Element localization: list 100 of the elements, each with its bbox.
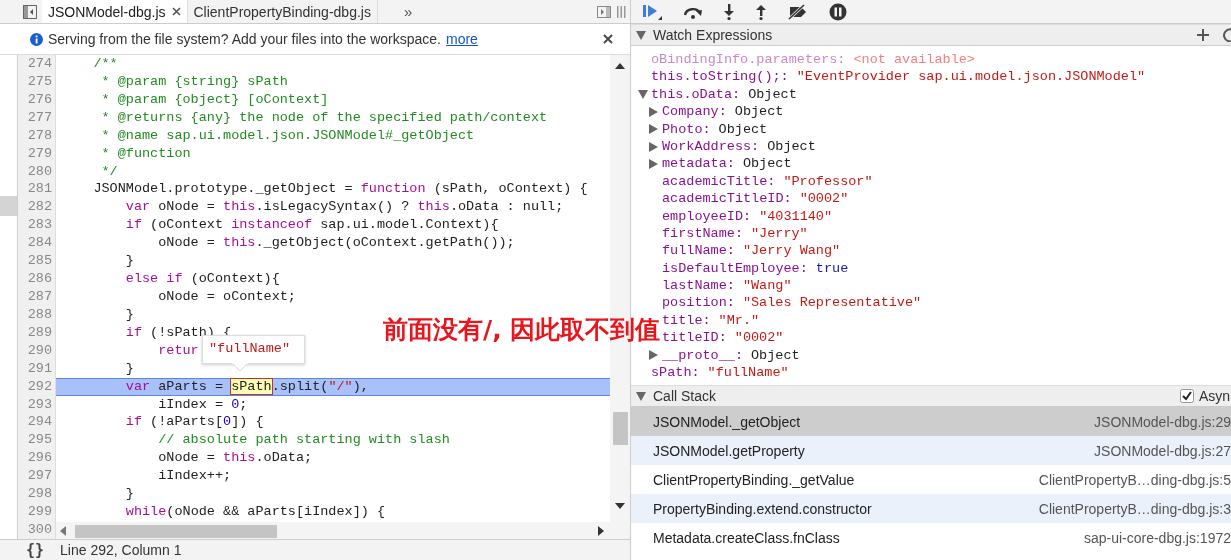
scroll-left-icon[interactable] [60,526,66,536]
collapsed-triangle-icon[interactable] [649,106,658,117]
property-name: this.oData: [651,85,741,104]
line-number: 290 [26,341,53,360]
source-location[interactable]: JSONModel-dbg.js:27 [1094,442,1231,459]
more-tabs-button[interactable]: » [399,0,417,23]
file-tab[interactable]: JSONModel-dbg.js [42,0,188,23]
line-number: 279 [26,144,53,163]
info-icon [30,32,43,46]
pretty-print-button[interactable]: {} [24,541,47,559]
line-number: 286 [26,270,53,288]
function-name: JSONModel._getObject [653,413,801,430]
step-out-icon[interactable] [755,3,767,20]
property-value: "Jerry Wang" [742,242,841,260]
collapsed-triangle-icon[interactable] [649,350,658,361]
property-name: position: [662,294,735,312]
property-name: oBindingInfo.parameters: [651,51,846,69]
property-name: lastName: [662,277,735,295]
section-header[interactable]: Watch Expressions [631,24,1231,46]
property-name: titleID: [662,329,727,347]
collapse-triangle-icon[interactable] [636,30,646,40]
line-number: 299 [26,503,53,521]
section-title: Call Stack [653,388,717,404]
code-line: // absolute path starting with slash [157,431,450,450]
property-name: WorkAddress: [662,137,760,156]
scrollbar-thumb[interactable] [75,525,277,538]
file-tab[interactable]: ClientPropertyBinding-dbg.js [187,0,378,23]
section-title: Watch Expressions [653,27,773,43]
property-name: employeeID: [662,207,752,225]
property-value: Object [767,137,816,156]
property-value: <not available> [853,51,975,69]
collapsed-triangle-icon[interactable] [649,124,658,135]
property-value: "fullName" [707,364,789,382]
toggle-navigator-icon[interactable] [22,4,38,20]
source-location[interactable]: sap-ui-core-dbg.js:1972 [1083,529,1231,546]
resume-icon[interactable] [643,2,663,21]
property-name: Company: [662,103,727,121]
section-header[interactable]: Call Stack Asyn [631,385,1231,407]
property-name: __proto__: [662,346,743,365]
call-frame[interactable]: PropertyBinding.extend.constructor ClientPropertyB…ding-dbg.js:3 [631,494,1231,523]
scrollbar-thumb[interactable] [613,412,628,445]
step-into-icon[interactable] [723,3,735,20]
property-value: Object [748,85,797,104]
collapse-triangle-icon[interactable] [636,391,646,401]
call-frame[interactable]: JSONModel.getProperty JSONModel-dbg.js:27 [631,436,1231,465]
source-location[interactable]: JSONModel-dbg.js:29 [1094,413,1231,430]
line-number: 291 [26,359,53,378]
line-number: 283 [26,216,53,235]
collapsed-triangle-icon[interactable] [649,159,658,170]
horizontal-scrollbar[interactable] [56,522,610,539]
property-name: title: [662,311,711,330]
cursor-position: Line 292, Column 1 [60,542,182,558]
code-line: oNode = oContext; [157,288,296,306]
property-value: "0002" [734,329,784,347]
collapsed-triangle-icon[interactable] [649,141,658,152]
code-line: } [124,305,134,324]
close-icon[interactable] [603,34,613,44]
toggle-sidebar-icon[interactable] [596,3,612,20]
line-number: 277 [26,108,53,127]
source-location[interactable]: ClientPropertyB…ding-dbg.js:5 [1038,471,1231,488]
source-location[interactable]: ClientPropertyB…ding-dbg.js:3 [1038,500,1231,517]
async-label: Asyn [1198,388,1230,404]
line-number: 288 [26,305,53,324]
code-line: * @param {string} sPath [100,72,288,91]
code-line: if (oContext instanceof sap.ui.model.Context){ [124,216,499,235]
grip-icon[interactable] [616,4,626,19]
call-frame[interactable]: Metadata.createClass.fnClass sap-ui-core-dbg.js:1972 [631,523,1231,552]
pause-icon[interactable] [829,2,847,21]
scroll-up-icon[interactable] [615,63,625,69]
code-line: retur [157,341,199,360]
info-message: Serving from the file system? Add your files into the workspace. [48,31,441,47]
line-number: 275 [26,72,53,91]
annotation-text: 前面没有/, 因此取不到值 [383,314,661,346]
code-line: * @name sap.ui.model.json.JSONModel#_getObject [100,126,475,145]
code-line: * @returns {any} the node of the specified path/context [100,108,548,127]
line-number: 278 [26,126,53,145]
code-line: } [124,359,134,378]
property-name: this.toString();: [651,68,789,86]
property-value: Object [734,103,784,121]
more-link[interactable]: more [445,31,478,47]
scroll-down-icon[interactable] [615,503,625,509]
line-number: 280 [26,162,53,181]
line-number: 296 [26,449,53,468]
add-icon[interactable] [1197,29,1209,41]
async-checkbox[interactable] [1179,389,1194,403]
deactivate-breakpoints-icon[interactable] [787,3,809,20]
line-number: 294 [26,413,53,432]
scroll-right-icon[interactable] [598,526,604,536]
property-name: isDefaultEmployee: [662,259,808,278]
call-frame[interactable]: ClientPropertyBinding._getValue ClientPropertyB…ding-dbg.js:5 [631,465,1231,494]
close-icon[interactable] [171,7,181,16]
code-line: oNode = this.oData; [157,449,313,468]
property-name: academicTitle: [662,172,776,191]
expanded-triangle-icon[interactable] [638,89,648,99]
line-number: 281 [26,180,53,199]
property-value: true [815,259,849,278]
code-line: iIndex++; [157,467,232,486]
call-frame[interactable]: JSONModel._getObject JSONModel-dbg.js:29 [631,407,1231,436]
property-name: academicTitleID: [662,190,792,208]
property-name: sPath: [651,364,700,382]
